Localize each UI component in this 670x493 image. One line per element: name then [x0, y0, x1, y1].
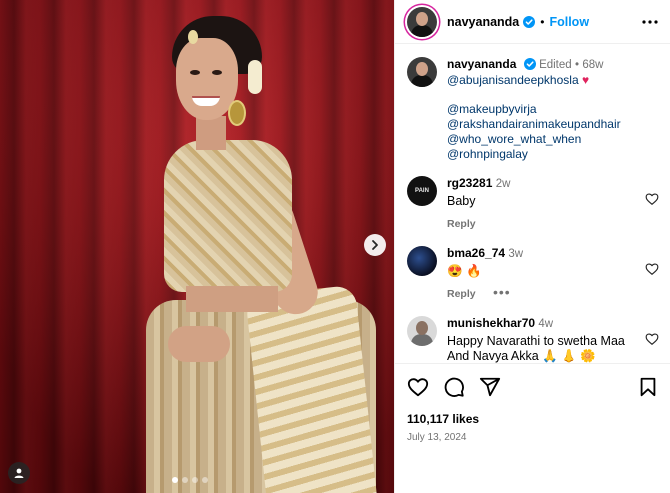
bookmark-icon[interactable] [637, 376, 659, 398]
heart-icon[interactable] [645, 262, 659, 276]
post-sidebar: navyananda • Follow navyananda Edited • … [394, 0, 670, 493]
comment-more-button[interactable]: ••• [493, 284, 511, 300]
mention-link[interactable]: @makeupbyvirja [447, 102, 621, 117]
comment-text: Baby [447, 194, 476, 208]
commenter-username[interactable]: munishekhar70 [447, 316, 535, 330]
avatar-text: PAIN [415, 188, 429, 194]
comments-list[interactable]: navyananda Edited • 68w @abujanisandeepk… [395, 45, 670, 363]
mention-link[interactable]: @abujanisandeepkhosla [447, 73, 579, 87]
next-image-button[interactable] [364, 234, 386, 256]
mention-link[interactable]: @who_wore_what_when [447, 132, 621, 147]
post-photo[interactable] [0, 0, 394, 493]
commenter-avatar[interactable] [407, 316, 437, 346]
caption-dot: • [575, 59, 580, 71]
heart-icon[interactable] [407, 376, 429, 398]
heart-icon[interactable] [645, 192, 659, 206]
tagged-users-button[interactable] [8, 462, 30, 484]
more-options-button[interactable] [640, 12, 660, 32]
verified-badge-icon [523, 58, 536, 70]
post-header: navyananda • Follow [395, 0, 670, 44]
carousel-indicator [172, 477, 208, 483]
caption-avatar[interactable] [407, 57, 437, 87]
header-separator: • [540, 14, 545, 29]
comment: munishekhar70 4w Happy Navarathi to swet… [407, 316, 659, 363]
post-modal: navyananda • Follow navyananda Edited • … [0, 0, 670, 493]
caption-age: 68w [582, 59, 604, 71]
comment: PAIN rg23281 2w Baby Reply [407, 176, 659, 232]
comment-age: 4w [538, 318, 554, 330]
commenter-username[interactable]: bma26_74 [447, 246, 505, 260]
caption: navyananda Edited • 68w @abujanisandeepk… [407, 57, 659, 162]
caption-username[interactable]: navyananda [447, 57, 516, 71]
commenter-username[interactable]: rg23281 [447, 176, 492, 190]
commenter-avatar[interactable]: PAIN [407, 176, 437, 206]
likes-count[interactable]: 110,117 likes [407, 412, 659, 426]
reply-button[interactable]: Reply [447, 217, 476, 232]
mention-link[interactable]: @rohnpingalay [447, 147, 621, 162]
reply-button[interactable]: Reply [447, 287, 476, 302]
post-actions: 110,117 likes July 13, 2024 [395, 363, 670, 493]
comment-age: 2w [495, 178, 511, 190]
author-avatar[interactable] [407, 6, 437, 37]
comment-text: Happy Navarathi to swetha Maa And Navya … [447, 334, 625, 363]
author-username[interactable]: navyananda [447, 15, 519, 29]
comment-age: 3w [508, 248, 524, 260]
more-options-icon [642, 19, 658, 24]
woman-in-lehenga [0, 0, 394, 493]
share-icon[interactable] [479, 376, 501, 398]
verified-badge-icon [523, 15, 536, 28]
follow-button[interactable]: Follow [549, 15, 589, 29]
user-tag-icon [14, 468, 24, 478]
heart-emoji: ♥ [581, 73, 590, 87]
comment-text: 😍 🔥 [447, 264, 482, 278]
caption-edited: Edited [539, 59, 572, 71]
post-date: July 13, 2024 [407, 432, 467, 443]
comment: bma26_74 3w 😍 🔥 Reply ••• [407, 246, 659, 302]
commenter-avatar[interactable] [407, 246, 437, 276]
chevron-right-icon [372, 240, 378, 250]
mention-link[interactable]: @rakshandairanimakeupandhair [447, 117, 621, 132]
heart-icon[interactable] [645, 332, 659, 346]
comment-icon[interactable] [443, 376, 465, 398]
